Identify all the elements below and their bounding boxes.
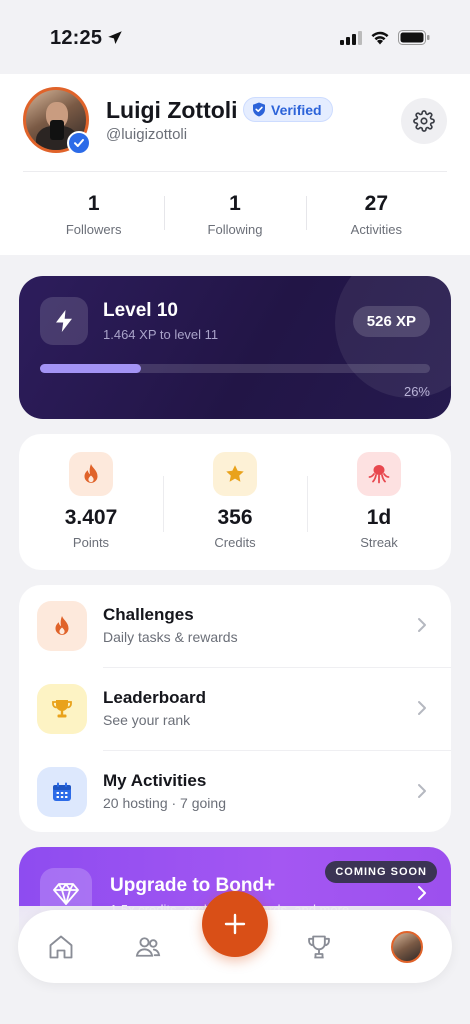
profile-divider: [23, 171, 447, 172]
credits-stat[interactable]: 356 Credits: [163, 434, 307, 570]
stat-value: 1: [87, 192, 100, 215]
wifi-icon: [371, 31, 389, 45]
stat-label: Followers: [65, 222, 122, 237]
streak-stat[interactable]: 1d Streak: [307, 434, 451, 570]
trophy-icon: [37, 684, 87, 734]
people-icon: [135, 937, 161, 957]
settings-button[interactable]: [401, 98, 447, 144]
location-arrow-icon: [108, 31, 122, 44]
stats-card: 3.407 Points 356 Credits 1d Streak: [19, 434, 451, 570]
xp-progress-label: 26%: [403, 384, 430, 399]
chevron-right-icon: [418, 784, 426, 798]
stat-following[interactable]: 1 Following: [164, 184, 305, 244]
streak-value: 1d: [366, 506, 392, 529]
tab-profile[interactable]: [390, 930, 424, 964]
flame-icon: [37, 601, 87, 651]
gear-icon: [413, 110, 435, 132]
menu-item-leaderboard[interactable]: Leaderboard See your rank: [19, 668, 451, 750]
status-icons: [340, 30, 430, 45]
stat-label: Activities: [350, 222, 402, 237]
streak-label: Streak: [360, 535, 398, 550]
xp-progress-bar: [40, 364, 430, 373]
xp-progress-fill: [40, 364, 142, 373]
credits-label: Credits: [214, 535, 256, 550]
verified-badge: Verified: [243, 97, 333, 122]
upgrade-title: Upgrade to Bond+: [110, 875, 276, 896]
stat-label: Following: [207, 222, 263, 237]
chevron-right-icon: [418, 618, 426, 632]
plus-icon: [224, 913, 246, 935]
level-subtitle: 1.464 XP to level 11: [103, 327, 219, 342]
xp-badge: 526 XP: [352, 306, 430, 337]
menu-list: Challenges Daily tasks & rewards Leaderb…: [19, 585, 451, 832]
battery-icon: [398, 30, 430, 45]
octopus-icon: [357, 452, 401, 496]
menu-item-my-activities[interactable]: My Activities 20 hosting · 7 going: [19, 751, 451, 833]
menu-item-title: Challenges: [103, 605, 194, 624]
add-button[interactable]: [202, 891, 268, 957]
home-icon: [49, 935, 73, 959]
points-value: 3.407: [64, 506, 118, 529]
stat-value: 27: [364, 192, 388, 215]
verified-check-icon: [67, 131, 91, 155]
lightning-icon: [40, 297, 88, 345]
profile-stats: 1 Followers 1 Following 27 Activities: [23, 184, 447, 244]
profile-handle: @luigizottoli: [106, 126, 188, 143]
menu-item-subtitle: Daily tasks & rewards: [103, 629, 238, 645]
avatar: [391, 931, 423, 963]
cellular-signal-icon: [340, 30, 362, 45]
points-label: Points: [72, 535, 110, 550]
menu-item-subtitle: See your rank: [103, 712, 191, 728]
menu-item-challenges[interactable]: Challenges Daily tasks & rewards: [19, 585, 451, 667]
coming-soon-badge: COMING SOON: [325, 861, 437, 883]
menu-item-subtitle: 20 hosting · 7 going: [103, 795, 226, 811]
level-title: Level 10: [103, 300, 178, 321]
chevron-right-icon: [418, 886, 426, 900]
tab-leaderboard[interactable]: [302, 930, 336, 964]
level-card-glow: [335, 276, 451, 398]
credits-value: 356: [217, 506, 253, 529]
points-stat[interactable]: 3.407 Points: [19, 434, 163, 570]
profile-header: Luigi Zottoli Verified @luigizottoli 1 F…: [0, 74, 470, 255]
star-icon: [213, 452, 257, 496]
profile-avatar[interactable]: [23, 87, 91, 155]
menu-item-title: Leaderboard: [103, 688, 206, 707]
stat-followers[interactable]: 1 Followers: [23, 184, 164, 244]
menu-item-title: My Activities: [103, 771, 207, 790]
calendar-icon: [37, 767, 87, 817]
tab-people[interactable]: [131, 930, 165, 964]
profile-name: Luigi Zottoli: [106, 97, 238, 123]
tab-home[interactable]: [44, 930, 78, 964]
status-time: 12:25: [50, 27, 103, 49]
status-bar: 12:25: [0, 0, 470, 74]
shield-check-icon: [253, 102, 265, 117]
stat-activities[interactable]: 27 Activities: [305, 184, 447, 244]
flame-icon: [69, 452, 113, 496]
level-card[interactable]: Level 10 1.464 XP to level 11 526 XP 26%: [19, 276, 451, 419]
stat-value: 1: [229, 192, 241, 215]
verified-label: Verified: [271, 101, 322, 118]
trophy-icon: [308, 935, 330, 959]
chevron-right-icon: [418, 701, 426, 715]
